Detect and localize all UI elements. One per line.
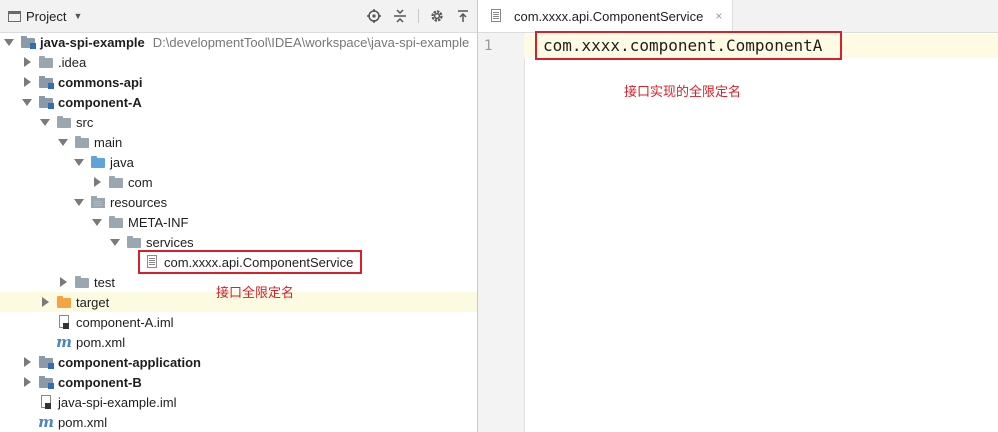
collapse-arrow-icon[interactable] bbox=[22, 377, 32, 387]
tree-node-component-a-iml[interactable]: component-A.iml bbox=[0, 312, 477, 332]
tree-node-label: test bbox=[94, 274, 115, 290]
tree-node-commons-api[interactable]: commons-api bbox=[0, 72, 477, 92]
chevron-down-icon: ▼ bbox=[73, 11, 83, 21]
expand-arrow-icon[interactable] bbox=[74, 197, 84, 207]
collapse-arrow-icon[interactable] bbox=[22, 357, 32, 367]
tree-node-resources[interactable]: resources bbox=[0, 192, 477, 212]
text-file-icon bbox=[144, 255, 160, 269]
tree-node-component-b[interactable]: component-B bbox=[0, 372, 477, 392]
folder-icon bbox=[126, 235, 142, 249]
editor-gutter: 1 bbox=[478, 33, 525, 432]
project-window-icon bbox=[8, 10, 21, 22]
iml-file-icon bbox=[38, 395, 54, 409]
tree-node-label: main bbox=[94, 134, 123, 150]
collapse-arrow-icon[interactable] bbox=[92, 177, 102, 187]
collapse-icon[interactable] bbox=[392, 8, 408, 24]
tree-node-label: component-A.iml bbox=[76, 314, 174, 330]
project-panel-header: Project ▼ bbox=[0, 0, 477, 33]
tree-node-label: component-A bbox=[58, 94, 142, 110]
folder-icon bbox=[74, 275, 90, 289]
tree-node-label: target bbox=[76, 294, 110, 310]
tree-node-src[interactable]: src bbox=[0, 112, 477, 132]
tree-node-meta-inf[interactable]: META-INF bbox=[0, 212, 477, 232]
collapse-arrow-icon[interactable] bbox=[40, 297, 50, 307]
tree-node-root-iml[interactable]: java-spi-example.iml bbox=[0, 392, 477, 412]
expand-arrow-icon[interactable] bbox=[92, 217, 102, 227]
tree-node-label: java-spi-example bbox=[40, 34, 145, 50]
collapse-arrow-icon[interactable] bbox=[22, 77, 32, 87]
tree-node-services[interactable]: services bbox=[0, 232, 477, 252]
tree-node-label: resources bbox=[110, 194, 168, 210]
tree-node-idea[interactable]: .idea bbox=[0, 52, 477, 72]
resources-folder-icon bbox=[90, 195, 106, 209]
folder-icon bbox=[56, 115, 72, 129]
maven-icon: m bbox=[38, 413, 54, 431]
annotation-interface-name: 接口全限定名 bbox=[216, 286, 295, 301]
module-icon bbox=[20, 35, 36, 49]
folder-icon bbox=[74, 135, 90, 149]
tree-node-label: com.xxxx.api.ComponentService bbox=[164, 254, 354, 270]
tree-node-java[interactable]: java bbox=[0, 152, 477, 172]
tab-label: com.xxxx.api.ComponentService bbox=[514, 8, 704, 24]
tree-node-label: pom.xml bbox=[76, 334, 126, 350]
package-icon bbox=[108, 175, 124, 189]
project-tree: java-spi-example D:\developmentTool\IDEA… bbox=[0, 32, 477, 432]
project-panel: Project ▼ java-spi-example D:\developmen… bbox=[0, 0, 478, 432]
editor-tab-bar: com.xxxx.api.ComponentService × bbox=[478, 0, 998, 33]
tree-node-label: component-application bbox=[58, 354, 201, 370]
expand-arrow-icon[interactable] bbox=[40, 117, 50, 127]
toolbar-divider bbox=[418, 9, 419, 23]
locate-icon[interactable] bbox=[366, 8, 382, 24]
editor-pane: com.xxxx.api.ComponentService × 1 com.xx… bbox=[478, 0, 998, 432]
tree-node-label: com bbox=[128, 174, 153, 190]
tree-node-java-spi-example[interactable]: java-spi-example D:\developmentTool\IDEA… bbox=[0, 32, 477, 52]
expand-arrow-icon[interactable] bbox=[4, 37, 14, 47]
line-number: 1 bbox=[484, 38, 493, 54]
tree-node-label: META-INF bbox=[128, 214, 189, 230]
folder-icon bbox=[108, 215, 124, 229]
tree-node-path: D:\developmentTool\IDEA\workspace\java-s… bbox=[152, 34, 470, 50]
annotation-implementation-name: 接口实现的全限定名 bbox=[624, 85, 742, 100]
text-file-icon bbox=[488, 9, 504, 23]
tree-node-component-a-pom[interactable]: m pom.xml bbox=[0, 332, 477, 352]
expand-arrow-icon[interactable] bbox=[74, 157, 84, 167]
code-line[interactable]: com.xxxx.component.ComponentA bbox=[543, 36, 822, 55]
tree-node-component-application[interactable]: component-application bbox=[0, 352, 477, 372]
module-icon bbox=[38, 375, 54, 389]
tree-node-label: commons-api bbox=[58, 74, 143, 90]
tree-node-label: src bbox=[76, 114, 94, 130]
gear-icon[interactable] bbox=[429, 8, 445, 24]
hide-icon[interactable] bbox=[455, 8, 471, 24]
folder-icon bbox=[38, 55, 54, 69]
iml-file-icon bbox=[56, 315, 72, 329]
tree-node-label: component-B bbox=[58, 374, 142, 390]
module-icon bbox=[38, 95, 54, 109]
project-panel-title: Project bbox=[26, 8, 67, 24]
expand-arrow-icon[interactable] bbox=[58, 137, 68, 147]
tree-node-label: java-spi-example.iml bbox=[58, 394, 177, 410]
tree-node-main[interactable]: main bbox=[0, 132, 477, 152]
module-icon bbox=[38, 355, 54, 369]
tree-node-label: java bbox=[110, 154, 134, 170]
expand-arrow-icon[interactable] bbox=[22, 97, 32, 107]
tree-node-root-pom[interactable]: m pom.xml bbox=[0, 412, 477, 432]
close-icon[interactable]: × bbox=[715, 9, 722, 23]
tree-node-label: .idea bbox=[58, 54, 87, 70]
tab-component-service[interactable]: com.xxxx.api.ComponentService × bbox=[478, 0, 734, 32]
collapse-arrow-icon[interactable] bbox=[58, 277, 68, 287]
tree-node-label: pom.xml bbox=[58, 414, 108, 430]
tree-node-component-a[interactable]: component-A bbox=[0, 92, 477, 112]
source-folder-icon bbox=[90, 155, 106, 169]
maven-icon: m bbox=[56, 333, 72, 351]
tree-node-label: services bbox=[146, 234, 194, 250]
collapse-arrow-icon[interactable] bbox=[22, 57, 32, 67]
excluded-folder-icon bbox=[56, 295, 72, 309]
tree-node-component-service-file[interactable]: com.xxxx.api.ComponentService bbox=[0, 252, 477, 272]
module-icon bbox=[38, 75, 54, 89]
project-view-selector[interactable]: Project ▼ bbox=[8, 8, 82, 24]
expand-arrow-icon[interactable] bbox=[110, 237, 120, 247]
tree-node-com[interactable]: com bbox=[0, 172, 477, 192]
